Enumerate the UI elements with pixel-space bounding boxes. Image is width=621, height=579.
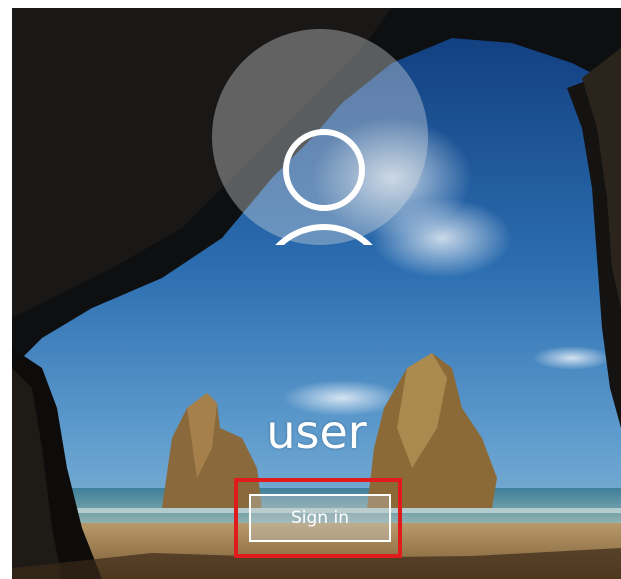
user-icon xyxy=(275,129,373,245)
username-label: user xyxy=(266,405,367,459)
user-avatar xyxy=(212,29,428,245)
lock-screen: user Sign in xyxy=(12,8,621,579)
sign-in-button[interactable]: Sign in xyxy=(249,494,391,542)
